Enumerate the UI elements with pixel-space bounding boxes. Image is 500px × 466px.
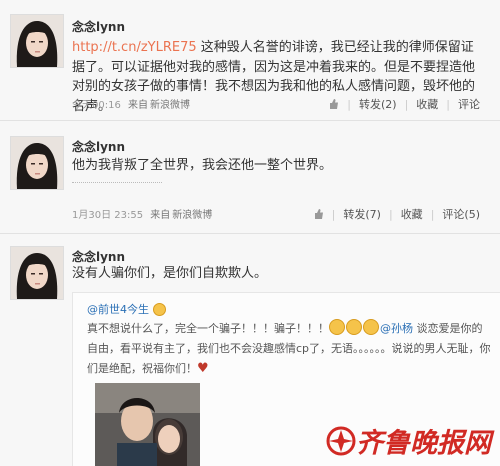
divider: | — [331, 207, 336, 221]
thumbs-up-icon — [314, 209, 323, 219]
divider: | — [430, 207, 435, 221]
source-link[interactable]: 新浪微博 — [150, 100, 190, 111]
text-cursor — [72, 182, 162, 184]
username[interactable]: 念念lynn — [72, 138, 125, 155]
avatar[interactable] — [10, 136, 64, 190]
forward-button[interactable]: 转发(7) — [337, 206, 387, 222]
like-button[interactable] — [323, 99, 345, 109]
mention-link[interactable]: @孙杨 — [380, 322, 413, 335]
timestamp[interactable]: 1月30日 23:55 — [72, 210, 143, 221]
emoji-icon — [346, 319, 362, 335]
divider: | — [446, 97, 450, 111]
post-divider — [0, 120, 500, 121]
source-prefix: 来自 — [150, 210, 171, 221]
emoji-icon — [152, 303, 166, 316]
quoted-text: 真不想说什么了，完全一个骗子！！！骗子！！！ @孙杨 谈恋爱是你的自由，看平说有主… — [87, 319, 491, 379]
divider: | — [347, 97, 351, 111]
avatar[interactable] — [10, 246, 64, 300]
username[interactable]: 念念lynn — [72, 248, 125, 265]
source-link[interactable]: 新浪微博 — [172, 210, 212, 221]
divider: | — [404, 97, 409, 111]
watermark-logo — [326, 426, 356, 455]
broken-heart-icon: ♥ — [197, 361, 209, 376]
comment-button[interactable]: 评论 — [452, 96, 486, 112]
post-meta: 1月30日 23:55 来自 新浪微博 | 转发(7) | 收藏 | 评论(5) — [72, 206, 494, 222]
watermark: 齐鲁晚报网 — [326, 421, 491, 460]
post-meta: 今天00:16 来自 新浪微博 | 转发(2) | 收藏 | 评论 — [72, 96, 494, 112]
post-body: 他为我背叛了全世界，我会还他一整个世界。 — [72, 158, 333, 173]
emoji-icon — [329, 319, 345, 335]
source-prefix: 来自 — [128, 100, 149, 111]
like-button[interactable] — [308, 209, 330, 219]
emoji-icon — [363, 319, 379, 335]
avatar[interactable] — [10, 14, 64, 68]
post-actions: | 转发(7) | 收藏 | 评论(5) — [308, 206, 486, 222]
weibo-post: 念念lynn http://t.cn/zYLRE75 这种毁人名誉的诽谤，我已经… — [0, 0, 500, 118]
quoted-post[interactable]: @前世4今生 真不想说什么了，完全一个骗子！！！骗子！！！ @孙杨 谈恋爱是你的自… — [72, 292, 500, 466]
quoted-username[interactable]: @前世4今生 — [87, 301, 167, 317]
forward-button[interactable]: 转发(2) — [353, 96, 403, 112]
post-actions: | 转发(2) | 收藏 | 评论 — [323, 96, 486, 112]
short-link[interactable]: http://t.cn/zYLRE75 — [72, 40, 197, 55]
collect-button[interactable]: 收藏 — [410, 96, 444, 112]
thumbs-up-icon — [330, 99, 339, 109]
watermark-text: 齐鲁晚报网 — [356, 428, 491, 459]
divider: | — [388, 207, 393, 221]
timestamp[interactable]: 今天00:16 — [72, 100, 121, 111]
weibo-post: 念念lynn 他为我背叛了全世界，我会还他一整个世界。 1月30日 23:55 … — [0, 122, 500, 232]
collect-button[interactable]: 收藏 — [395, 206, 429, 222]
post-body: 没有人骗你们，是你们自欺欺人。 — [72, 266, 268, 281]
comment-button[interactable]: 评论(5) — [436, 206, 486, 222]
quoted-photo[interactable] — [95, 383, 200, 466]
username[interactable]: 念念lynn — [72, 18, 125, 35]
